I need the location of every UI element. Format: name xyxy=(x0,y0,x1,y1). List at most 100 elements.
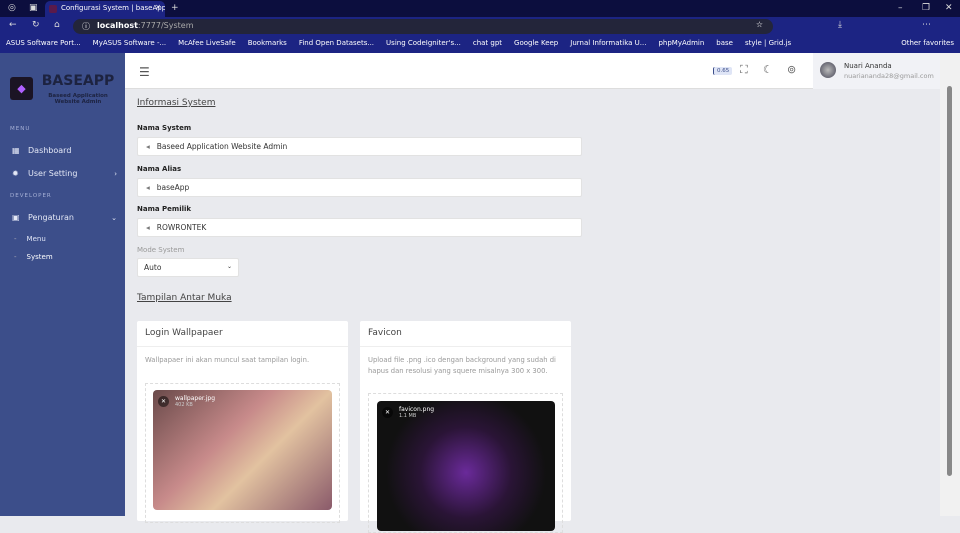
mode-system-select[interactable]: Auto ⌄ xyxy=(137,258,239,277)
address-row: ← ↻ ⌂ ⓘ localhost:7777/System ☆ ⤓ ⋯ xyxy=(0,17,960,36)
section-menu: MENU xyxy=(10,126,31,132)
tab-favicon-icon xyxy=(49,5,57,13)
home-icon[interactable]: ⌂ xyxy=(54,20,60,30)
close-tab-icon[interactable]: × xyxy=(155,3,161,11)
bookmark[interactable]: chat gpt xyxy=(473,39,502,50)
bookmarks-bar: ASUS Software Port... MyASUS Software -.… xyxy=(0,36,960,53)
more-icon[interactable]: ⋯ xyxy=(922,20,931,30)
label: System xyxy=(26,253,53,261)
bookmark[interactable]: Google Keep xyxy=(514,39,558,50)
sidebar: ◆ BASEAPP Baseed Application Website Adm… xyxy=(0,53,125,516)
bookmark[interactable]: Using CodeIgniter's... xyxy=(386,39,461,50)
dark-mode-moon-icon[interactable]: ☾ xyxy=(763,63,773,76)
bookmark[interactable]: Jurnal Informatika U... xyxy=(570,39,646,50)
label: Dashboard xyxy=(28,146,72,155)
site-info-icon[interactable]: ⓘ xyxy=(82,21,90,32)
favicon-preview: ✕ favicon.png 1.1 MB xyxy=(377,401,555,531)
card-title: Favicon xyxy=(360,321,571,347)
chevron-right-icon: › xyxy=(114,169,117,178)
app-logo-icon: ◆ xyxy=(10,77,33,100)
label: User Setting xyxy=(28,169,78,178)
input-icon: ◂ xyxy=(146,142,150,151)
user-email: nuariananda28@gmail.com xyxy=(844,72,934,80)
sidebar-item-user-setting[interactable]: ✹ User Setting › xyxy=(12,169,117,178)
terminal-icon: ▣ xyxy=(12,213,20,222)
bookmark[interactable]: McAfee LiveSafe xyxy=(178,39,236,50)
settings-icon[interactable]: ⊚ xyxy=(787,63,796,76)
version-badge: 0.65 xyxy=(713,67,733,75)
url-host: localhost xyxy=(97,21,138,30)
input-icon: ◂ xyxy=(146,223,150,232)
favorite-star-icon[interactable]: ☆ xyxy=(756,20,763,29)
card-description: Wallpapaer ini akan muncul saat tampilan… xyxy=(145,356,310,364)
url-path: :7777/System xyxy=(137,21,194,30)
chevron-down-icon: ⌄ xyxy=(226,263,232,270)
brand-name: BASEAPP xyxy=(41,73,115,89)
label: Menu xyxy=(26,235,46,243)
file-name: favicon.png xyxy=(399,406,435,413)
close-window-icon[interactable]: ✕ xyxy=(945,3,953,13)
card-description: Upload file .png .ico dengan background … xyxy=(368,356,556,375)
value: ROWRONTEK xyxy=(156,223,207,232)
file-size: 402 KB xyxy=(175,402,193,408)
brand-subtitle: Baseed Application Website Admin xyxy=(48,93,108,105)
wallpaper-card: Login Wallpapaer Wallpapaer ini akan mun… xyxy=(137,321,348,523)
file-size: 1.1 MB xyxy=(399,413,417,419)
nama-pemilik-input[interactable]: ◂ ROWRONTEK xyxy=(137,218,582,237)
user-name: Nuari Ananda xyxy=(844,62,892,70)
sidebar-subitem-menu[interactable]: - Menu xyxy=(14,235,46,243)
favicon-dropzone[interactable]: ✕ favicon.png 1.1 MB xyxy=(368,393,563,533)
value: baseApp xyxy=(156,183,190,192)
section-title-info: Informasi System xyxy=(137,98,216,108)
bookmark[interactable]: phpMyAdmin xyxy=(658,39,704,50)
bookmark[interactable]: ASUS Software Port... xyxy=(6,39,81,50)
user-profile[interactable]: Nuari Ananda nuariananda28@gmail.com xyxy=(813,53,940,89)
browser-titlebar: ◎ ▣ Configurasi System | baseApp - B× + … xyxy=(0,0,960,17)
workspaces-icon[interactable]: ◎ xyxy=(8,3,16,13)
bookmark[interactable]: Find Open Datasets... xyxy=(299,39,374,50)
section-title-ui: Tampilan Antar Muka xyxy=(137,293,232,303)
refresh-icon[interactable]: ↻ xyxy=(32,20,40,30)
nama-alias-input[interactable]: ◂ baseApp xyxy=(137,178,582,197)
bookmark[interactable]: style | Grid.js xyxy=(745,39,791,50)
wallpaper-preview: ✕ wallpaper.jpg 402 KB xyxy=(153,390,332,510)
field-label: Nama System xyxy=(137,124,192,132)
chevron-down-icon: ⌄ xyxy=(111,213,117,222)
value: Baseed Application Website Admin xyxy=(156,142,288,151)
sidebar-item-dashboard[interactable]: ▦ Dashboard xyxy=(12,146,117,155)
remove-file-icon[interactable]: ✕ xyxy=(158,396,169,407)
new-tab-icon[interactable]: + xyxy=(171,3,179,13)
scrollbar[interactable] xyxy=(940,53,960,516)
wallpaper-dropzone[interactable]: ✕ wallpaper.jpg 402 KB xyxy=(145,383,340,523)
remove-file-icon[interactable]: ✕ xyxy=(382,407,393,418)
tab-title: Configurasi System | baseApp - B xyxy=(61,4,165,12)
nama-system-input[interactable]: ◂ Baseed Application Website Admin xyxy=(137,137,582,156)
field-label: Nama Pemilik xyxy=(137,205,192,213)
menu-toggle-icon[interactable]: ☰ xyxy=(139,65,150,79)
bookmark[interactable]: base xyxy=(716,39,733,50)
sidebar-item-pengaturan[interactable]: ▣ Pengaturan ⌄ xyxy=(12,213,117,222)
dashboard-icon: ▦ xyxy=(12,146,20,155)
sidebar-subitem-system[interactable]: - System xyxy=(14,253,53,261)
address-bar[interactable]: ⓘ localhost:7777/System ☆ xyxy=(73,19,773,34)
restore-icon[interactable]: ❐ xyxy=(922,3,930,13)
bookmark[interactable]: Bookmarks xyxy=(248,39,287,50)
tab-actions-icon[interactable]: ▣ xyxy=(29,3,38,13)
section-developer: DEVELOPER xyxy=(10,193,52,199)
fullscreen-icon[interactable]: ⛶ xyxy=(740,63,748,77)
value: Auto xyxy=(144,263,162,272)
minimize-icon[interactable]: – xyxy=(898,3,903,13)
browser-tab[interactable]: Configurasi System | baseApp - B× xyxy=(45,1,165,17)
top-header: ☰ 0.65 ⛶ ☾ ⊚ Nuari Ananda nuariananda28@… xyxy=(125,53,940,89)
card-title: Login Wallpapaer xyxy=(137,321,348,347)
field-label: Nama Alias xyxy=(137,165,182,173)
avatar xyxy=(820,62,836,78)
input-icon: ◂ xyxy=(146,183,150,192)
other-favorites[interactable]: Other favorites xyxy=(901,39,954,50)
scrollbar-thumb[interactable] xyxy=(947,86,952,476)
label: Pengaturan xyxy=(28,213,74,222)
favicon-card: Favicon Upload file .png .ico dengan bac… xyxy=(360,321,571,533)
downloads-icon[interactable]: ⤓ xyxy=(838,20,842,30)
bookmark[interactable]: MyASUS Software -... xyxy=(93,39,167,50)
back-icon[interactable]: ← xyxy=(9,20,17,30)
